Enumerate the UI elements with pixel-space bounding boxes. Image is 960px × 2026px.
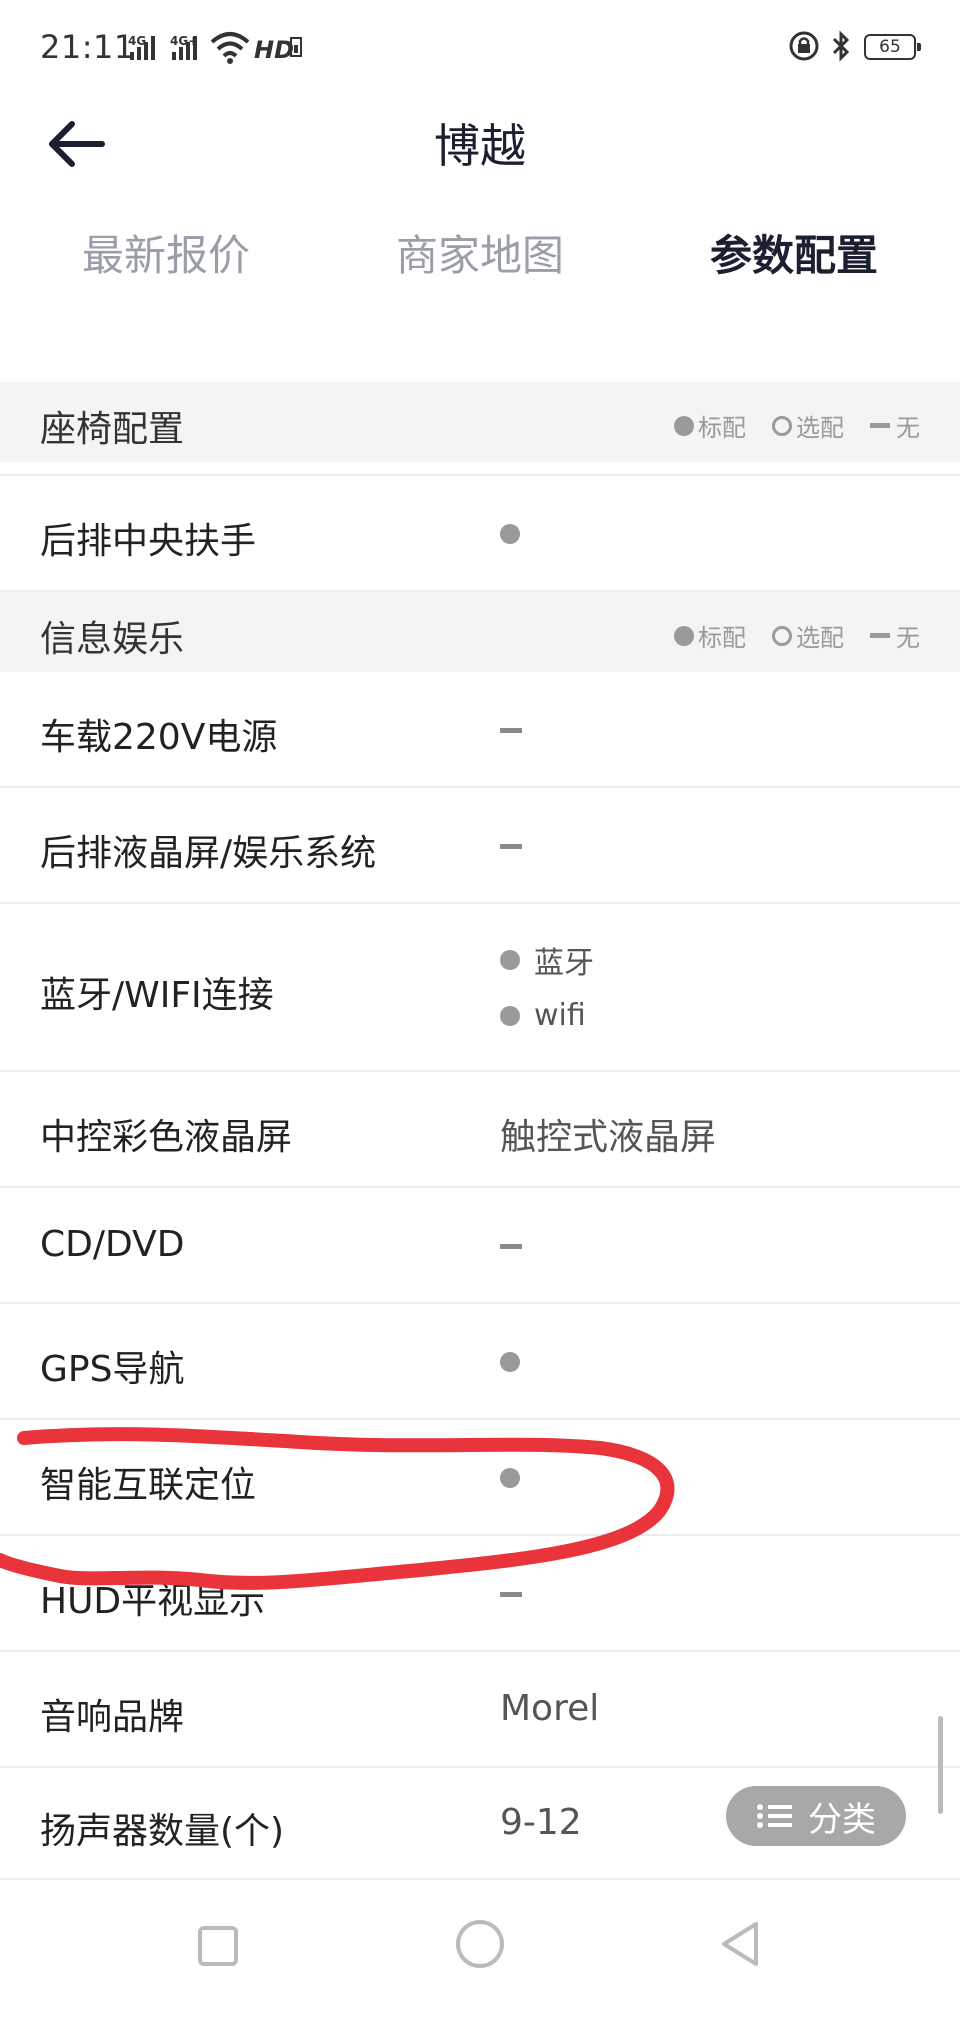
legend-none: 无	[870, 408, 920, 443]
hd-bars-icon	[290, 37, 302, 57]
row-label: 蓝牙/WIFI连接	[40, 975, 274, 1016]
wifi-icon	[210, 32, 250, 64]
legend-none-label: 无	[896, 414, 920, 442]
legend-standard-label: 标配	[698, 624, 746, 652]
signal-strength-1-icon	[130, 34, 160, 60]
legend: 标配 选配 无	[648, 618, 920, 653]
row-label: 后排中央扶手	[40, 521, 257, 562]
legend-standard: 标配	[674, 618, 746, 653]
legend-optional-label: 选配	[796, 414, 844, 442]
legend-optional: 选配	[772, 618, 844, 653]
table-row: 智能互联定位	[0, 1420, 960, 1536]
solid-dot-icon	[674, 415, 694, 436]
row-label: 音响品牌	[40, 1697, 185, 1738]
lock-rotation-icon	[789, 31, 819, 61]
table-row: 中控彩色液晶屏 触控式液晶屏	[0, 1072, 960, 1188]
none-dash-icon	[500, 728, 522, 733]
row-value: Morel	[500, 1688, 600, 1729]
tab-bar: 最新报价 商家地图 参数配置	[0, 222, 960, 302]
standard-dot-icon	[500, 1468, 520, 1488]
standard-dot-icon	[500, 1005, 520, 1026]
bluetooth-icon	[832, 30, 850, 62]
status-time: 21:11	[40, 28, 135, 66]
scrollbar-thumb[interactable]	[938, 1716, 943, 1814]
row-label: CD/DVD	[40, 1224, 185, 1265]
category-button-label: 分类	[808, 1799, 876, 1840]
page-title: 博越	[434, 119, 526, 173]
dash-icon	[870, 423, 890, 428]
row-label: HUD平视显示	[40, 1581, 266, 1622]
battery-indicator: 65	[864, 34, 921, 60]
tab-dealer-map[interactable]: 商家地图	[320, 222, 640, 283]
list-item: wifi	[500, 998, 586, 1033]
row-value: 9-12	[500, 1802, 582, 1843]
table-row: 车载220V电源	[0, 672, 960, 788]
standard-dot-icon	[500, 950, 520, 970]
legend: 标配 选配 无	[648, 408, 920, 443]
legend-none: 无	[870, 618, 920, 653]
table-row: 后排中央扶手	[0, 476, 960, 592]
list-item: 蓝牙	[500, 938, 594, 982]
hollow-dot-icon	[772, 625, 792, 646]
row-value: 触控式液晶屏	[500, 1117, 717, 1158]
row-label: 车载220V电源	[40, 717, 278, 758]
legend-standard: 标配	[674, 408, 746, 443]
section-header-info: 信息娱乐 标配 选配 无	[0, 592, 960, 672]
solid-dot-icon	[674, 625, 694, 646]
standard-dot-icon	[500, 1352, 520, 1372]
table-row: 后排液晶屏/娱乐系统	[0, 788, 960, 904]
row-label: 智能互联定位	[40, 1465, 257, 1506]
home-circle-icon[interactable]	[454, 1918, 506, 1970]
hollow-dot-icon	[772, 415, 792, 436]
legend-standard-label: 标配	[698, 414, 746, 442]
row-label: 扬声器数量(个)	[40, 1811, 285, 1852]
row-label: 后排液晶屏/娱乐系统	[40, 833, 377, 874]
list-icon	[757, 1804, 792, 1828]
legend-optional-label: 选配	[796, 624, 844, 652]
tab-parameters[interactable]: 参数配置	[634, 222, 954, 283]
signal-strength-2-icon	[172, 34, 202, 60]
none-dash-icon	[500, 844, 522, 849]
status-bar: 21:11 4G 4G+ HD 65	[0, 0, 960, 100]
back-triangle-icon[interactable]	[718, 1920, 762, 1968]
section-title: 信息娱乐	[40, 619, 185, 660]
table-row: 音响品牌 Morel	[0, 1652, 960, 1768]
tab-latest-price[interactable]: 最新报价	[6, 222, 326, 283]
nav-bar: 博越	[0, 100, 960, 210]
row-label: GPS导航	[40, 1349, 185, 1390]
category-button[interactable]: 分类	[726, 1786, 906, 1846]
dash-icon	[870, 633, 890, 638]
recents-square-icon[interactable]	[196, 1924, 240, 1968]
legend-optional: 选配	[772, 408, 844, 443]
table-row: CD/DVD	[0, 1188, 960, 1304]
none-dash-icon	[500, 1244, 522, 1249]
none-dash-icon	[500, 1592, 522, 1597]
table-row: HUD平视显示	[0, 1536, 960, 1652]
section-title: 座椅配置	[40, 409, 185, 450]
list-item-label: wifi	[534, 998, 586, 1033]
table-row: GPS导航	[0, 1304, 960, 1420]
section-header-seat: 座椅配置 标配 选配 无	[0, 382, 960, 462]
hd-indicator: HD	[254, 36, 295, 64]
table-row: 蓝牙/WIFI连接 蓝牙 wifi	[0, 904, 960, 1072]
system-nav-bar	[0, 1880, 960, 2026]
row-label: 中控彩色液晶屏	[40, 1117, 293, 1158]
legend-none-label: 无	[896, 624, 920, 652]
list-item-label: 蓝牙	[534, 946, 594, 981]
standard-dot-icon	[500, 524, 520, 544]
